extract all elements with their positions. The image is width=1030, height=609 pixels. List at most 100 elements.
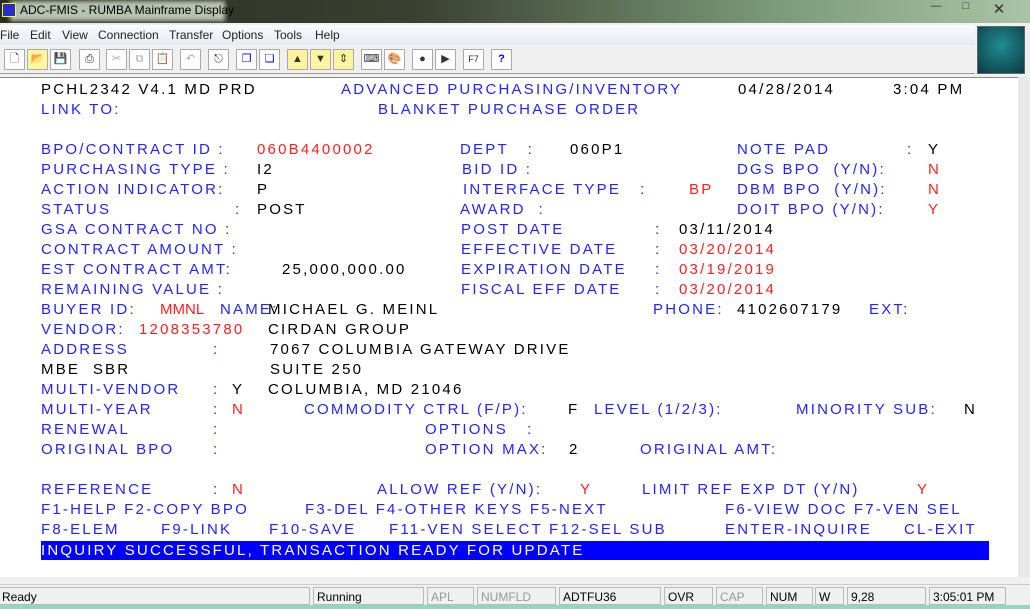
allow-ref-field[interactable]: Y bbox=[580, 482, 592, 498]
est-contract-amt-label: EST CONTRACT AMT: bbox=[41, 261, 233, 278]
phone-label: PHONE: bbox=[653, 301, 724, 318]
screen-title: BLANKET PURCHASE ORDER bbox=[378, 101, 641, 118]
status-w: W bbox=[815, 587, 844, 605]
post-date-colon: : bbox=[655, 221, 662, 238]
status-lu-name: ADTFU36 bbox=[559, 587, 661, 605]
dbm-bpo-field[interactable]: N bbox=[928, 182, 941, 198]
status-ovr: OVR bbox=[664, 587, 713, 605]
status-clock: 3:05:01 PM bbox=[929, 587, 1006, 605]
menu-connection[interactable]: Connection bbox=[98, 28, 159, 42]
buyer-id-field[interactable]: MMNL bbox=[160, 302, 204, 318]
original-bpo-label: ORIGINAL BPO bbox=[41, 441, 175, 458]
play-macro-icon[interactable]: ▶ bbox=[435, 49, 456, 70]
address-label: ADDRESS bbox=[41, 341, 129, 358]
close-button[interactable]: ✕ bbox=[985, 0, 1013, 18]
record-macro-icon[interactable]: ● bbox=[412, 49, 433, 70]
title-bar: ADC-FMIS - RUMBA Mainframe Display — □ ✕ bbox=[0, 0, 1030, 23]
status-apl: APL bbox=[427, 587, 474, 605]
effective-date-field[interactable]: 03/20/2014 bbox=[679, 242, 776, 258]
status-numfld: NUMFLD bbox=[477, 587, 556, 605]
multi-year-label: MULTI-YEAR bbox=[41, 401, 153, 418]
vendor-id-field[interactable]: 1208353780 bbox=[139, 322, 244, 338]
screen-time: 3:04 PM bbox=[893, 81, 965, 98]
multi-year-field[interactable]: N bbox=[232, 402, 245, 418]
contract-amount-label: CONTRACT AMOUNT : bbox=[41, 241, 238, 258]
bpo-id-field[interactable]: 060B4400002 bbox=[257, 142, 375, 158]
ext-label: EXT: bbox=[869, 301, 910, 318]
menu-view[interactable]: View bbox=[62, 28, 88, 42]
vendor-label: VENDOR: bbox=[41, 321, 125, 338]
level-label: LEVEL (1/2/3): bbox=[594, 401, 723, 418]
menu-help[interactable]: Help bbox=[315, 28, 340, 42]
dgs-bpo-field[interactable]: N bbox=[928, 162, 941, 178]
effective-date-label: EFFECTIVE DATE bbox=[461, 241, 618, 258]
paste-icon[interactable]: 📋 bbox=[152, 49, 173, 70]
fiscal-eff-date-label: FISCAL EFF DATE bbox=[461, 281, 622, 298]
copy-icon[interactable]: ⧉ bbox=[129, 49, 150, 70]
menu-transfer[interactable]: Transfer bbox=[169, 28, 213, 42]
interface-type-label: INTERFACE TYPE : bbox=[463, 181, 647, 198]
print-icon[interactable]: ⎙ bbox=[79, 49, 100, 70]
fkey-del-other-next: F3-DEL F4-OTHER KEYS F5-NEXT bbox=[305, 501, 608, 518]
dgs-bpo-label: DGS BPO (Y/N): bbox=[737, 161, 886, 178]
new-icon[interactable]: 🗋 bbox=[4, 49, 25, 70]
renewal-label: RENEWAL bbox=[41, 421, 131, 438]
original-bpo-colon: : bbox=[213, 441, 220, 458]
connect-icon[interactable]: ⎋ bbox=[208, 49, 229, 70]
fiscal-eff-date-field[interactable]: 03/20/2014 bbox=[679, 282, 776, 298]
scrollbar[interactable] bbox=[1018, 77, 1030, 577]
open-icon[interactable]: 📂 bbox=[27, 49, 48, 70]
status-cap: CAP bbox=[716, 587, 763, 605]
limit-ref-field[interactable]: Y bbox=[917, 482, 929, 498]
cut-icon[interactable]: ✂ bbox=[106, 49, 127, 70]
reference-field[interactable]: N bbox=[232, 482, 245, 498]
multi-vendor-value: Y bbox=[232, 381, 245, 398]
action-indicator-value: P bbox=[257, 181, 270, 198]
window2-icon[interactable]: ❏ bbox=[259, 49, 280, 70]
f7-key-button[interactable]: F7 bbox=[463, 49, 484, 70]
fkey-enter-inquire: ENTER-INQUIRE bbox=[725, 521, 872, 538]
post-date-label: POST DATE bbox=[461, 221, 565, 238]
multi-vendor-label: MULTI-VENDOR bbox=[41, 381, 181, 398]
menu-file[interactable]: File bbox=[0, 28, 19, 42]
note-pad-label: NOTE PAD bbox=[737, 141, 831, 158]
dbm-bpo-label: DBM BPO (Y/N): bbox=[737, 181, 887, 198]
post-date-value: 03/11/2014 bbox=[679, 221, 775, 238]
status-colon: : bbox=[235, 201, 242, 218]
palette-icon[interactable]: 🎨 bbox=[384, 49, 405, 70]
expiration-date-field[interactable]: 03/19/2019 bbox=[679, 262, 776, 278]
send-file-icon[interactable]: ▲ bbox=[287, 49, 308, 70]
address-line-3: COLUMBIA, MD 21046 bbox=[268, 381, 464, 398]
menu-edit[interactable]: Edit bbox=[30, 28, 51, 42]
commodity-ctrl-value: F bbox=[568, 401, 580, 418]
maximize-button[interactable]: □ bbox=[952, 0, 980, 17]
system-title: ADVANCED PURCHASING/INVENTORY bbox=[341, 81, 683, 98]
vendor-name: CIRDAN GROUP bbox=[268, 321, 412, 338]
help-pointer-icon[interactable]: ? bbox=[491, 49, 512, 70]
receive-file-icon[interactable]: ▼ bbox=[310, 49, 331, 70]
fkey-save: F10-SAVE bbox=[269, 521, 357, 538]
status-session: Running bbox=[313, 587, 424, 605]
transfer-list-icon[interactable]: ⇕ bbox=[333, 49, 354, 70]
status-num: NUM bbox=[766, 587, 813, 605]
fkey-cl-exit: CL-EXIT bbox=[904, 521, 977, 538]
option-max-label: OPTION MAX: bbox=[425, 441, 548, 458]
original-amt-label: ORIGINAL AMT: bbox=[640, 441, 778, 458]
address-line-2: SUITE 250 bbox=[270, 361, 364, 378]
interface-type-field[interactable]: BP bbox=[689, 182, 713, 198]
minimize-button[interactable]: — bbox=[922, 0, 950, 17]
menu-tools[interactable]: Tools bbox=[274, 28, 302, 42]
dept-label: DEPT : bbox=[460, 141, 535, 158]
save-icon[interactable]: 💾 bbox=[50, 49, 71, 70]
window-icon[interactable]: ❐ bbox=[236, 49, 257, 70]
keyboard-icon[interactable]: ⌨ bbox=[361, 49, 382, 70]
est-contract-amt-value: 25,000,000.00 bbox=[282, 261, 407, 278]
undo-icon[interactable]: ↶ bbox=[180, 49, 201, 70]
menu-options[interactable]: Options bbox=[222, 28, 263, 42]
fkey-ven-select-sel-sub: F11-VEN SELECT F12-SEL SUB bbox=[389, 521, 667, 538]
fkey-elem: F8-ELEM bbox=[41, 521, 120, 538]
doit-bpo-field[interactable]: Y bbox=[928, 202, 940, 218]
reference-label: REFERENCE bbox=[41, 481, 154, 498]
link-to-label: LINK TO: bbox=[41, 101, 121, 118]
mbe-sbr: MBE SBR bbox=[41, 361, 131, 378]
